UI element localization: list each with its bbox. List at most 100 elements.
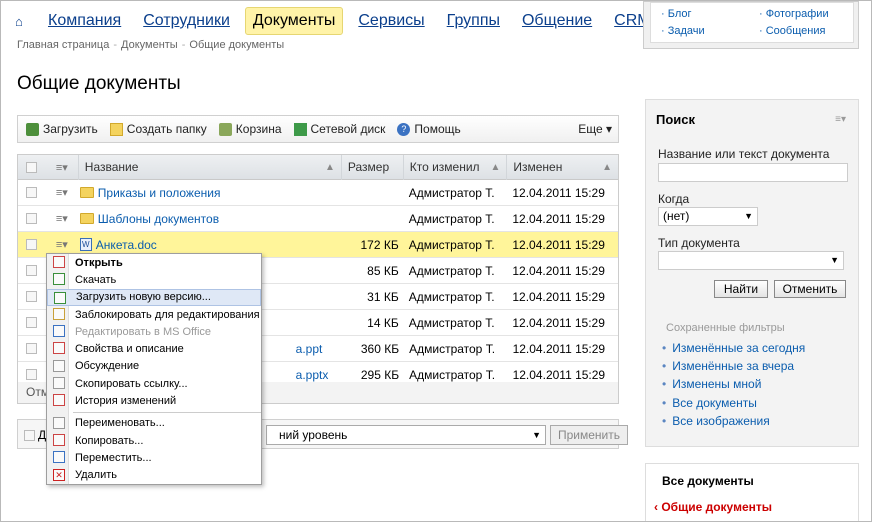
chevron-down-icon: ▼ [830,255,839,265]
column-modified-by[interactable]: Кто изменил ▲ [402,154,507,180]
row-name-link[interactable]: Шаблоны документов [98,212,219,226]
row-checkbox[interactable] [18,317,46,328]
row-date: 12.04.2011 15:29 [512,237,605,252]
filter-today[interactable]: Изменённые за сегодня [662,341,805,355]
row-who: Адмистратор Т. [408,237,495,252]
column-menu-icon[interactable]: ≡▾ [46,161,78,174]
menu-download[interactable]: Скачать [47,271,261,288]
rename-icon [53,416,65,429]
row-name-link[interactable]: a.ppt [296,342,323,356]
network-drive-button[interactable]: Сетевой диск [293,122,386,136]
menu-move[interactable]: Переместить... [47,449,261,466]
row-name-link[interactable]: Анкета.doc [96,238,157,252]
breadcrumb-home[interactable]: Главная страница [17,39,109,51]
row-date: 12.04.2011 15:29 [512,211,605,226]
more-menu-button[interactable]: Еще ▾ [578,122,612,136]
menu-properties[interactable]: Свойства и описание [47,340,261,357]
name-input[interactable] [658,163,848,182]
sort-icon: ▲ [490,161,501,173]
filter-yesterday[interactable]: Изменённые за вчера [662,359,794,373]
apply-all-checkbox[interactable] [24,430,35,441]
network-drive-label: Сетевой диск [310,122,386,136]
row-checkbox[interactable] [18,187,46,198]
nav-communication[interactable]: Общение [515,8,599,34]
link-tasks[interactable]: · Задачи [661,25,705,37]
row-checkbox[interactable] [18,213,46,224]
nav-groups[interactable]: Группы [440,8,507,34]
help-label: Помощь [414,122,461,136]
cancel-button[interactable]: Отменить [774,280,846,298]
row-name-cell: Шаблоны документов [78,212,341,226]
menu-delete[interactable]: ✕ Удалить [47,467,261,484]
menu-history[interactable]: История изменений [47,392,261,409]
menu-discussion[interactable]: Обсуждение [47,358,261,375]
row-size: 85 КБ [367,263,399,278]
when-select[interactable]: (нет) ▼ [658,207,758,226]
filter-by-me[interactable]: Изменены мной [662,377,761,391]
apply-button[interactable]: Применить [550,425,628,445]
column-size-label: Размер [347,160,390,174]
menu-rename[interactable]: Переименовать... [47,415,261,432]
help-button[interactable]: ? Помощь [397,122,461,136]
menu-open[interactable]: Открыть [47,254,261,271]
menu-upload-new-version[interactable]: Загрузить новую версию... [47,288,261,306]
column-size[interactable]: Размер [340,154,403,180]
properties-icon [53,342,65,355]
chevron-down-icon: ▾ [605,122,612,136]
row-menu-icon[interactable]: ≡▾ [46,238,78,251]
row-checkbox[interactable] [18,291,46,302]
menu-label: История изменений [75,395,177,408]
link-icon [53,377,65,390]
row-checkbox[interactable] [18,239,46,250]
table-row[interactable]: ≡▾ Приказы и положения Адмистратор Т. 12… [18,180,618,206]
row-name-link[interactable]: a.pptx [296,368,329,382]
home-icon[interactable]: ⌂ [15,14,29,29]
row-menu-icon[interactable]: ≡▾ [46,212,78,225]
filter-all-images[interactable]: Все изображения [662,414,770,428]
row-date: 12.04.2011 15:29 [512,185,605,200]
nav-documents[interactable]: Документы [244,7,344,35]
doc-type-label: Тип документа [658,236,740,250]
nav-employees[interactable]: Сотрудники [136,8,237,34]
row-checkbox[interactable] [18,343,46,354]
upload-icon [54,291,66,304]
search-panel: Поиск ≡▾ Название или текст документа Ко… [645,99,859,447]
row-name-link[interactable]: Приказы и положения [98,186,221,200]
menu-lock[interactable]: Заблокировать для редактирования [47,306,261,323]
row-date: 12.04.2011 15:29 [512,341,606,356]
menu-copy-link[interactable]: Скопировать ссылку... [47,375,261,392]
doc-type-select[interactable]: ▼ [658,251,844,270]
row-who: Адмистратор Т. [408,263,495,278]
when-value: (нет) [663,209,690,223]
breadcrumb-documents[interactable]: Документы [121,39,178,51]
trash-button[interactable]: Корзина [218,122,282,136]
select-all-checkbox[interactable] [18,161,46,173]
panel-menu-icon[interactable]: ≡▾ [835,114,846,125]
discussion-icon [53,359,65,372]
link-photos[interactable]: · Фотографии [759,8,829,20]
menu-label: Заблокировать для редактирования [75,308,260,321]
row-menu-icon[interactable]: ≡▾ [46,186,78,199]
column-who-label: Кто изменил [409,160,480,174]
new-folder-button[interactable]: Создать папку [109,122,207,136]
all-documents-panel: Все документы ‹ Общие документы [645,463,859,521]
action-select[interactable]: ний уровень ▼ [266,425,546,445]
link-blog[interactable]: · Блог [661,8,692,20]
table-row[interactable]: ≡▾ Шаблоны документов Адмистратор Т. 12.… [18,206,618,232]
filter-all-documents[interactable]: Все документы [662,396,757,410]
nav-services[interactable]: Сервисы [351,8,431,34]
menu-copy[interactable]: Копировать... [47,432,261,449]
menu-label: Скопировать ссылку... [75,377,188,390]
link-messages[interactable]: · Сообщения [759,25,825,37]
nav-company[interactable]: Компания [41,8,128,34]
current-section[interactable]: ‹ Общие документы [654,500,772,514]
menu-edit-ms-office: Редактировать в MS Office [47,323,261,340]
row-checkbox[interactable] [18,369,46,380]
upload-button[interactable]: Загрузить [26,122,98,136]
column-name[interactable]: Название ▲ [77,154,341,180]
column-modified[interactable]: Изменен ▲ [506,154,618,180]
search-title: Поиск [656,112,696,127]
find-button[interactable]: Найти [714,280,768,298]
row-checkbox[interactable] [18,265,46,276]
menu-label: Загрузить новую версию... [76,291,211,304]
